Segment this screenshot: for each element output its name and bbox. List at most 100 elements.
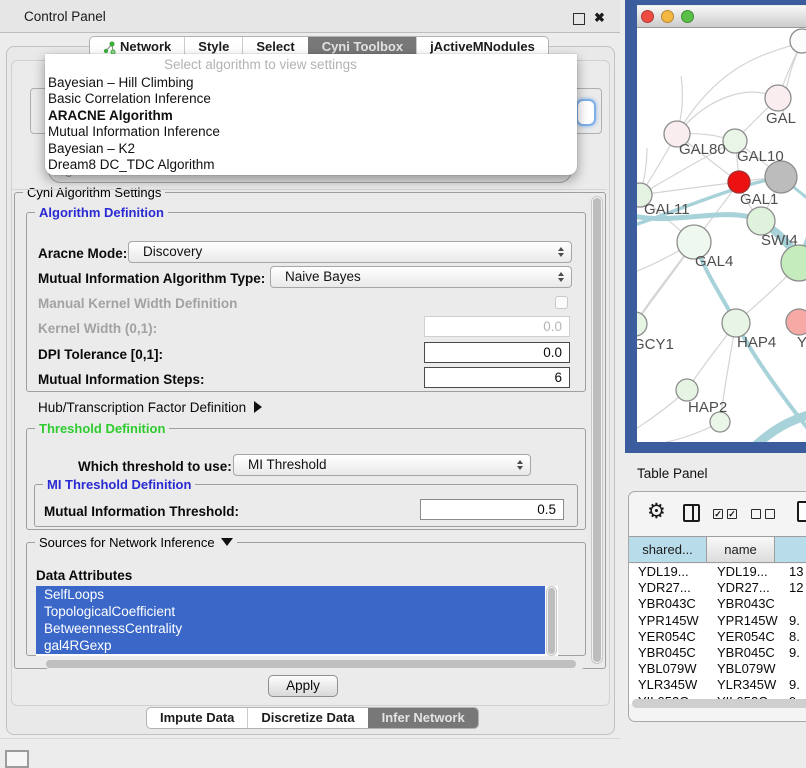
- algorithm-option[interactable]: Dream8 DC_TDC Algorithm: [48, 157, 574, 173]
- data-attribute-item[interactable]: TopologicalCoefficient: [36, 603, 545, 620]
- uncheck-all-icon[interactable]: [765, 509, 775, 519]
- tab-discretize-data[interactable]: Discretize Data: [247, 708, 367, 728]
- kernel-width-input[interactable]: 0.0: [424, 316, 570, 337]
- table-cell: YLR345W: [629, 677, 707, 693]
- which-threshold-select[interactable]: MI Threshold: [233, 454, 531, 476]
- node-label: GAL: [766, 110, 796, 127]
- spinner-icon: [558, 272, 564, 282]
- mi-steps-input[interactable]: 6: [424, 367, 570, 388]
- disclosure-arrow-icon: [254, 401, 262, 413]
- algorithm-option[interactable]: Bayesian – Hill Climbing: [48, 75, 574, 91]
- document-icon[interactable]: [797, 501, 806, 522]
- which-threshold-label: Which threshold to use:: [78, 459, 232, 474]
- network-node-swi4[interactable]: [781, 245, 806, 281]
- table-cell: YDL19...: [707, 564, 775, 580]
- network-canvas[interactable]: GAL80GAL10GAL1GAL11GAL4SWI4GCY1HAP4HAP2Y…: [637, 28, 806, 442]
- network-node-gal1[interactable]: [728, 171, 750, 193]
- gear-icon[interactable]: ⚙: [647, 500, 666, 524]
- collapse-arrow-icon: [221, 538, 233, 546]
- mi-steps-label: Mutual Information Steps:: [38, 372, 205, 387]
- sources-disclosure[interactable]: Sources for Network Inference: [35, 535, 237, 550]
- network-edge-highlighted: [755, 412, 806, 442]
- table-row[interactable]: YER054CYER054C8.: [629, 629, 806, 645]
- node-label: Y: [797, 334, 806, 351]
- settings-horizontal-scrollbar[interactable]: [44, 659, 586, 669]
- mi-algorithm-type-select[interactable]: Naive Bayes: [270, 266, 572, 288]
- table-header: shared... name: [629, 536, 806, 563]
- algorithm-option[interactable]: Basic Correlation Inference: [48, 91, 574, 107]
- network-node[interactable]: [790, 29, 806, 53]
- algorithm-option[interactable]: Bayesian – K2: [48, 141, 574, 157]
- node-label: SWI4: [761, 232, 798, 249]
- data-attribute-item[interactable]: SelfLoops: [36, 586, 545, 603]
- mi-threshold-input[interactable]: 0.5: [420, 499, 564, 520]
- uncheck-all-icon[interactable]: [751, 509, 761, 519]
- tab-impute-data[interactable]: Impute Data: [147, 708, 247, 728]
- network-node[interactable]: [765, 161, 797, 193]
- check-all-icon[interactable]: ✓: [727, 509, 737, 519]
- table-cell: 9.: [775, 613, 806, 629]
- table-toolbar: ⚙ ✓ ✓: [629, 492, 806, 536]
- algorithm-option[interactable]: Mutual Information Inference: [48, 124, 574, 140]
- apply-button[interactable]: Apply: [268, 675, 338, 697]
- close-traffic-light-icon[interactable]: [641, 10, 654, 23]
- network-edge: [637, 422, 720, 442]
- table-horizontal-scrollbar[interactable]: [632, 699, 806, 708]
- data-attribute-item[interactable]: BetweennessCentrality: [36, 620, 545, 637]
- dpi-tolerance-input[interactable]: 0.0: [424, 342, 570, 363]
- table-row[interactable]: YBL079WYBL079W: [629, 661, 806, 677]
- column-header-shared[interactable]: shared...: [629, 537, 707, 562]
- network-node-gcy1[interactable]: [637, 312, 647, 336]
- table-cell: 8.: [775, 629, 806, 645]
- column-header-partial[interactable]: [775, 537, 806, 562]
- tab-infer-network[interactable]: Infer Network: [368, 708, 478, 728]
- table-row[interactable]: YDR27...YDR27...12: [629, 580, 806, 596]
- group-title: Algorithm Definition: [35, 205, 168, 220]
- table-row[interactable]: YDL19...YDL19...13: [629, 564, 806, 580]
- spinner-icon: [558, 247, 564, 257]
- table-cell: YER054C: [629, 629, 707, 645]
- network-window-frame: GAL80GAL10GAL1GAL11GAL4SWI4GCY1HAP4HAP2Y…: [625, 0, 806, 453]
- table-cell: YPR145W: [707, 613, 775, 629]
- column-header-name[interactable]: name: [707, 537, 775, 562]
- attributes-scrollbar[interactable]: [546, 586, 557, 656]
- table-row[interactable]: YBR043CYBR043C: [629, 596, 806, 612]
- group-title: MI Threshold Definition: [43, 477, 195, 492]
- table-cell: [775, 661, 806, 677]
- table-rows: YDL19...YDL19...13YDR27...YDR27...12YBR0…: [629, 564, 806, 704]
- table-cell: YPR145W: [629, 613, 707, 629]
- network-node-y[interactable]: [786, 309, 806, 335]
- table-row[interactable]: YPR145WYPR145W9.: [629, 613, 806, 629]
- control-panel-titlebar: Control Panel ✖: [0, 0, 620, 33]
- network-node[interactable]: [747, 207, 775, 235]
- table-panel: ⚙ ✓ ✓ shared... name YDL19...YDL19...13Y…: [628, 491, 806, 722]
- algorithm-option[interactable]: ARACNE Algorithm: [48, 108, 574, 124]
- minimize-traffic-light-icon[interactable]: [661, 10, 674, 23]
- spinner-icon: [517, 460, 523, 470]
- float-window-icon[interactable]: [573, 13, 585, 25]
- focused-button-fragment[interactable]: [576, 99, 596, 126]
- hub-definition-disclosure[interactable]: Hub/Transcription Factor Definition: [38, 400, 262, 415]
- table-cell: YBR043C: [707, 596, 775, 612]
- network-node-hap4[interactable]: [722, 309, 750, 337]
- manual-kernel-checkbox[interactable]: [555, 296, 568, 309]
- manual-kernel-label: Manual Kernel Width Definition: [38, 296, 237, 311]
- network-window-titlebar[interactable]: [637, 5, 806, 28]
- network-node-gal[interactable]: [765, 85, 791, 111]
- data-attribute-item[interactable]: gal4RGexp: [36, 637, 545, 654]
- which-threshold-value: MI Threshold: [248, 455, 327, 475]
- node-label: GAL80: [679, 141, 726, 158]
- split-columns-icon[interactable]: [683, 504, 700, 522]
- zoom-traffic-light-icon[interactable]: [681, 10, 694, 23]
- table-cell: YBR043C: [629, 596, 707, 612]
- aracne-mode-select[interactable]: Discovery: [128, 241, 572, 263]
- network-node-hap2[interactable]: [676, 379, 698, 401]
- settings-vertical-scrollbar[interactable]: [591, 196, 603, 664]
- table-row[interactable]: YLR345WYLR345W9.: [629, 677, 806, 693]
- mi-type-value: Naive Bayes: [285, 267, 361, 287]
- close-icon[interactable]: ✖: [594, 10, 605, 26]
- table-row[interactable]: YBR045CYBR045C9.: [629, 645, 806, 661]
- check-all-icon[interactable]: ✓: [713, 509, 723, 519]
- tab-label: Discretize Data: [261, 708, 354, 728]
- tab-label: Impute Data: [160, 708, 234, 728]
